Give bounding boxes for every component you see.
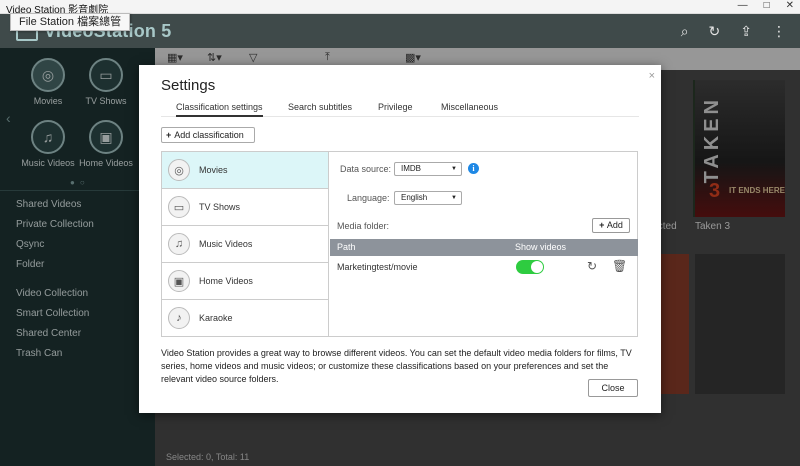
close-window-button[interactable]: ✕ — [786, 0, 794, 11]
column-header-path: Path — [337, 242, 356, 252]
classification-item-music-videos[interactable]: ♫ Music Videos — [162, 226, 328, 263]
add-folder-button[interactable]: + Add — [592, 218, 630, 233]
film-reel-icon: ◎ — [168, 159, 190, 181]
language-select[interactable]: English ▼ — [394, 191, 462, 205]
info-icon[interactable]: i — [468, 163, 479, 174]
table-row: Marketingtest/movie ↻ 🗑 — [330, 256, 638, 278]
caret-down-icon: ▼ — [451, 195, 457, 201]
more-icon[interactable]: ⋮ — [772, 23, 786, 40]
classification-list: ◎ Movies ▭ TV Shows ♫ Music Videos ▣ Hom… — [162, 152, 329, 336]
description-text: Video Station provides a great way to br… — [161, 348, 632, 384]
classification-label: Karaoke — [199, 313, 233, 323]
plus-icon: + — [166, 130, 172, 140]
add-classification-button[interactable]: + Add classification — [161, 127, 255, 143]
classification-label: Music Videos — [199, 239, 253, 249]
add-folder-label: Add — [606, 220, 623, 230]
trash-icon[interactable]: 🗑 — [612, 259, 627, 273]
folder-table-header: Path Show videos — [330, 239, 638, 256]
close-button[interactable]: Close — [588, 379, 638, 397]
tab-miscellaneous[interactable]: Miscellaneous — [441, 102, 498, 115]
classification-label: Movies — [199, 165, 228, 175]
classification-panel: ◎ Movies ▭ TV Shows ♫ Music Videos ▣ Hom… — [161, 151, 638, 337]
column-header-show-videos: Show videos — [515, 242, 567, 252]
toggle-knob — [531, 261, 543, 273]
tab-classification-settings[interactable]: Classification settings — [176, 102, 263, 117]
search-icon[interactable]: ⌕ — [681, 23, 689, 40]
camcorder-icon: ▣ — [168, 270, 190, 292]
language-value: English — [401, 193, 428, 202]
data-source-select[interactable]: IMDB ▼ — [394, 162, 462, 176]
tab-search-subtitles[interactable]: Search subtitles — [288, 102, 352, 115]
header-icons: ⌕ ↻ ⇪ ⋮ — [681, 23, 786, 40]
minimize-button[interactable]: — — [738, 0, 748, 11]
data-source-label: Data source: — [340, 164, 392, 174]
classification-item-home-videos[interactable]: ▣ Home Videos — [162, 263, 328, 300]
microphone-icon: ♪ — [168, 307, 190, 329]
classification-item-movies[interactable]: ◎ Movies — [162, 152, 328, 189]
data-source-value: IMDB — [401, 164, 421, 173]
refresh-icon[interactable]: ↻ — [587, 259, 597, 273]
window-titlebar: Video Station 影音劇院 — □ ✕ — [0, 0, 800, 16]
show-videos-toggle[interactable] — [516, 260, 544, 274]
language-label: Language: — [347, 193, 390, 203]
window-controls: — □ ✕ — [738, 0, 794, 11]
add-classification-label: Add classification — [174, 130, 244, 140]
music-note-icon: ♫ — [168, 233, 190, 255]
maximize-button[interactable]: □ — [764, 0, 770, 11]
caret-down-icon: ▼ — [451, 166, 457, 172]
classification-item-tv-shows[interactable]: ▭ TV Shows — [162, 189, 328, 226]
tv-icon: ▭ — [168, 196, 190, 218]
media-folder-label: Media folder: — [337, 221, 390, 231]
tab-privilege[interactable]: Privilege — [378, 102, 413, 115]
settings-tabs: Classification settings Search subtitles… — [161, 101, 639, 117]
classification-detail: Data source: IMDB ▼ i Language: English … — [330, 152, 638, 336]
refresh-icon[interactable]: ↻ — [709, 23, 721, 40]
dialog-title: Settings — [161, 77, 216, 94]
classification-item-karaoke[interactable]: ♪ Karaoke — [162, 300, 328, 337]
plus-icon: + — [599, 220, 607, 230]
classification-label: Home Videos — [199, 276, 253, 286]
folder-path: Marketingtest/movie — [337, 262, 418, 272]
upload-icon[interactable]: ⇪ — [740, 23, 752, 40]
settings-dialog: Settings × Classification settings Searc… — [139, 65, 661, 413]
close-icon[interactable]: × — [649, 70, 655, 82]
classification-label: TV Shows — [199, 202, 241, 212]
taskbar-tooltip: File Station 檔案總管 — [10, 13, 131, 31]
